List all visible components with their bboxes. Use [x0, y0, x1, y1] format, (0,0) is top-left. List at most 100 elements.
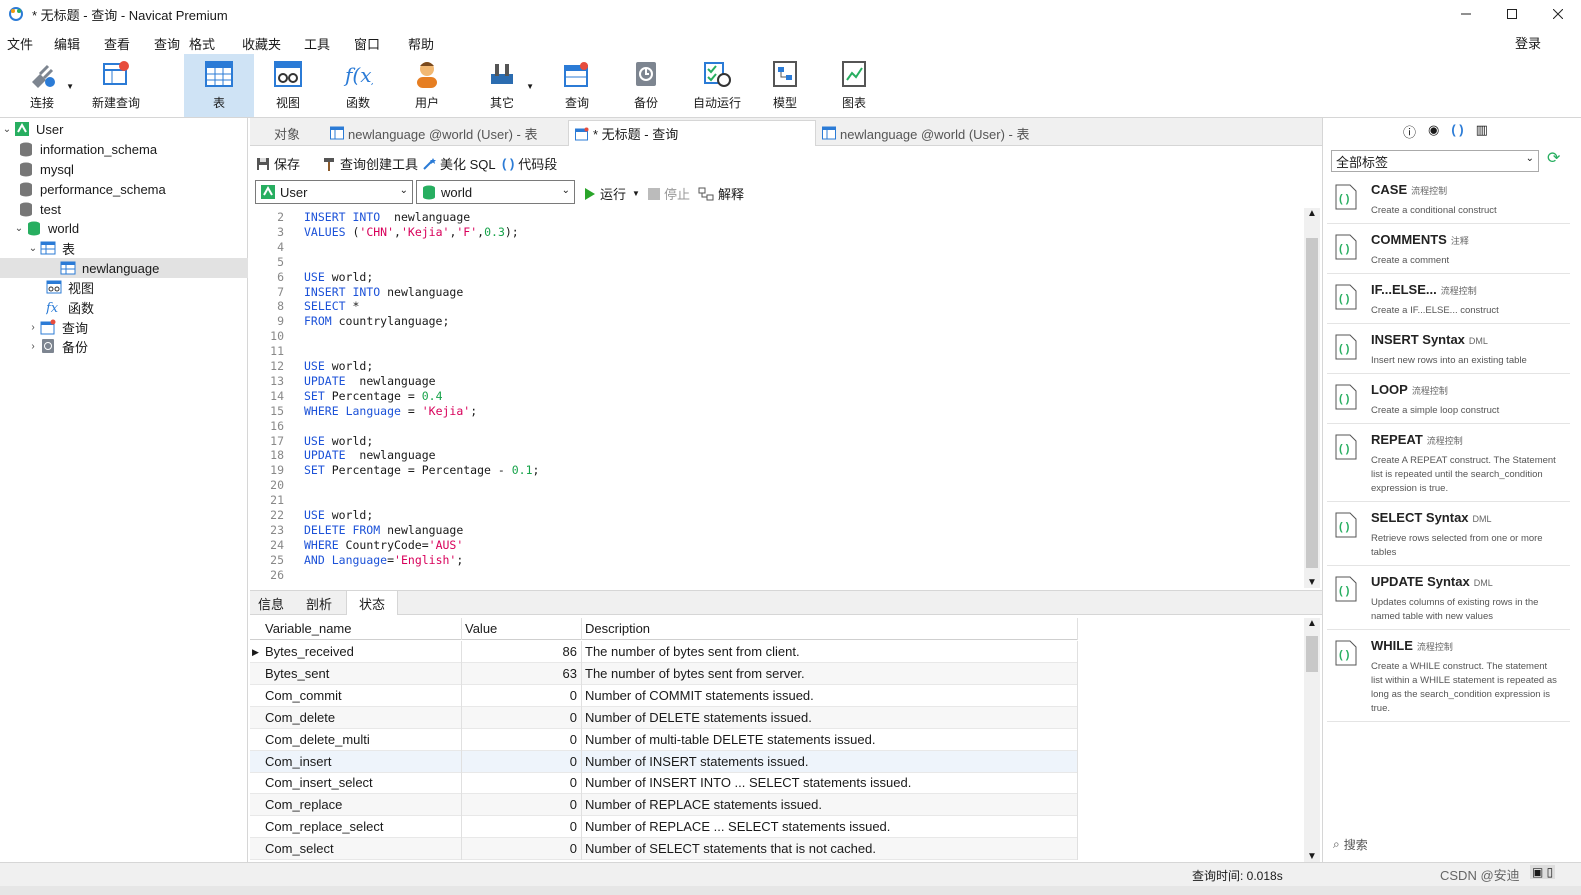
- cell-value[interactable]: 0: [462, 684, 582, 707]
- snippet-item[interactable]: ( ) REPEAT 流程控制 Create A REPEAT construct. …: [1327, 424, 1570, 502]
- stop-button[interactable]: 停止: [648, 184, 690, 203]
- table-row[interactable]: ▶ Bytes_received 86 The number of bytes sen…: [250, 641, 1078, 663]
- cell-value[interactable]: 0: [462, 728, 582, 751]
- table-row[interactable]: Com_insert 0 Number of INSERT statements i…: [250, 750, 1078, 773]
- cell-variable-name[interactable]: Com_delete_multi: [262, 728, 462, 751]
- query-builder-button[interactable]: 查询创建工具: [322, 154, 418, 173]
- tree-db-world[interactable]: ⌄ world: [0, 218, 248, 238]
- table-button[interactable]: 表: [184, 54, 254, 117]
- tree-group-functions[interactable]: fx 函数: [0, 297, 248, 317]
- tree-group-tables[interactable]: ⌄ 表: [0, 238, 248, 258]
- eye-icon[interactable]: ◉: [1428, 122, 1439, 141]
- cell-description[interactable]: Number of REPLACE ... SELECT statements …: [582, 816, 1078, 839]
- cell-value[interactable]: 0: [462, 794, 582, 817]
- menu-format[interactable]: 格式: [189, 34, 215, 53]
- tab-table-newlanguage-1[interactable]: newlanguage @world (User) - 表: [324, 120, 568, 146]
- expand-arrow-icon[interactable]: ›: [26, 322, 40, 333]
- view-button[interactable]: 视图: [254, 54, 322, 117]
- menu-help[interactable]: 帮助: [408, 34, 434, 53]
- cell-description[interactable]: Number of COMMIT statements issued.: [582, 684, 1078, 707]
- menu-file[interactable]: 文件: [7, 34, 33, 53]
- cell-variable-name[interactable]: Bytes_received: [262, 641, 462, 663]
- model-button[interactable]: 模型: [751, 54, 819, 117]
- menu-favorites[interactable]: 收藏夹: [242, 34, 281, 53]
- menu-edit[interactable]: 编辑: [54, 34, 80, 53]
- explain-button[interactable]: 解释: [698, 184, 744, 203]
- database-select[interactable]: world ⌄: [416, 180, 575, 204]
- others-button[interactable]: 其它 ▼: [468, 54, 536, 117]
- cell-description[interactable]: Number of multi-table DELETE statements …: [582, 728, 1078, 751]
- table-row[interactable]: Com_commit 0 Number of COMMIT statements i…: [250, 684, 1078, 707]
- cell-value[interactable]: 0: [462, 772, 582, 795]
- add-snippet-icon[interactable]: ⟳: [1547, 148, 1560, 168]
- tree-group-views[interactable]: 视图: [0, 277, 248, 297]
- table-row[interactable]: Com_insert_select 0 Number of INSERT INTO …: [250, 772, 1078, 795]
- tab-status[interactable]: 状态: [346, 591, 398, 615]
- cell-value[interactable]: 0: [462, 706, 582, 729]
- scroll-down-icon[interactable]: ▼: [1307, 851, 1317, 862]
- snippet-item[interactable]: ( ) INSERT Syntax DML Insert new rows into …: [1327, 324, 1570, 374]
- table-row[interactable]: Bytes_sent 63 The number of bytes sent fro…: [250, 662, 1078, 685]
- cell-description[interactable]: Number of INSERT INTO ... SELECT stateme…: [582, 772, 1078, 795]
- close-button[interactable]: [1535, 0, 1581, 28]
- table-row[interactable]: Com_replace_select 0 Number of REPLACE ...…: [250, 816, 1078, 839]
- menu-view[interactable]: 查看: [104, 34, 130, 53]
- tree-table-newlanguage[interactable]: newlanguage: [0, 258, 248, 278]
- tree-db-mysql[interactable]: mysql: [0, 159, 248, 179]
- column-header-value[interactable]: Value: [462, 618, 582, 640]
- auto-run-button[interactable]: 自动运行: [682, 54, 752, 117]
- connect-dropdown-icon[interactable]: ▼: [66, 82, 74, 91]
- cell-description[interactable]: Number of INSERT statements issued.: [582, 750, 1078, 773]
- maximize-button[interactable]: [1489, 0, 1535, 28]
- snippet-item[interactable]: ( ) IF...ELSE... 流程控制 Create a IF...ELSE...…: [1327, 274, 1570, 324]
- query-button[interactable]: 查询: [543, 54, 611, 117]
- snippet-tag-filter[interactable]: 全部标签 ⌄: [1331, 150, 1539, 172]
- cell-variable-name[interactable]: Com_insert: [262, 750, 462, 773]
- tab-untitled-query[interactable]: * 无标题 - 查询: [568, 120, 816, 146]
- table-row[interactable]: Com_select 0 Number of SELECT statements t…: [250, 838, 1078, 861]
- sql-editor[interactable]: 2 INSERT INTO newlanguage 3 VALUES ('CHN','…: [250, 208, 1304, 588]
- info-icon[interactable]: ⓘ: [1403, 122, 1416, 141]
- cell-variable-name[interactable]: Com_replace_select: [262, 816, 462, 839]
- save-button[interactable]: 保存: [256, 154, 300, 173]
- cell-variable-name[interactable]: Bytes_sent: [262, 662, 462, 685]
- tree-db-test[interactable]: test: [0, 199, 248, 219]
- code-snippet-button[interactable]: ( ) 代码段: [502, 154, 557, 173]
- others-dropdown-icon[interactable]: ▼: [526, 82, 534, 91]
- snippet-item[interactable]: ( ) LOOP 流程控制 Create a simple loop construc…: [1327, 374, 1570, 424]
- cell-description[interactable]: The number of bytes sent from client.: [582, 641, 1078, 663]
- menu-tools[interactable]: 工具: [304, 34, 330, 53]
- tab-info[interactable]: 信息: [250, 591, 292, 615]
- snippet-item[interactable]: ( ) SELECT Syntax DML Retrieve rows selecte…: [1327, 502, 1570, 566]
- table-row[interactable]: Com_delete 0 Number of DELETE statements i…: [250, 706, 1078, 729]
- snippet-item[interactable]: ( ) UPDATE Syntax DML Updates columns of ex…: [1327, 566, 1570, 630]
- tab-objects[interactable]: 对象: [268, 120, 324, 146]
- cell-description[interactable]: The number of bytes sent from server.: [582, 662, 1078, 685]
- cell-value[interactable]: 86: [462, 641, 582, 663]
- tree-db-information-schema[interactable]: information_schema: [0, 139, 248, 159]
- cell-variable-name[interactable]: Com_insert_select: [262, 772, 462, 795]
- cell-description[interactable]: Number of DELETE statements issued.: [582, 706, 1078, 729]
- user-button[interactable]: 用户: [393, 54, 461, 117]
- function-button[interactable]: f(x) 函数: [324, 54, 392, 117]
- tree-group-queries[interactable]: › 查询: [0, 317, 248, 337]
- tree-group-backups[interactable]: › 备份: [0, 336, 248, 356]
- cell-value[interactable]: 0: [462, 838, 582, 861]
- connection-select[interactable]: User ⌄: [255, 180, 413, 204]
- cell-description[interactable]: Number of REPLACE statements issued.: [582, 794, 1078, 817]
- beautify-sql-button[interactable]: 美化 SQL: [422, 154, 496, 173]
- column-header-description[interactable]: Description: [582, 618, 1078, 640]
- cell-value[interactable]: 0: [462, 816, 582, 839]
- snippet-item[interactable]: ( ) COMMENTS 注释 Create a comment: [1327, 224, 1570, 274]
- collapse-arrow-icon[interactable]: ⌄: [12, 223, 26, 234]
- tab-table-newlanguage-2[interactable]: newlanguage @world (User) - 表: [816, 120, 1064, 146]
- cell-description[interactable]: Number of SELECT statements that is not …: [582, 838, 1078, 861]
- run-dropdown-icon[interactable]: ▼: [632, 189, 640, 198]
- login-link[interactable]: 登录: [1515, 33, 1541, 52]
- scroll-up-icon[interactable]: ▲: [1307, 208, 1317, 219]
- connect-button[interactable]: 连接 ▼: [8, 54, 76, 117]
- grid-scrollbar[interactable]: ▲ ▼: [1304, 618, 1320, 862]
- cell-value[interactable]: 0: [462, 750, 582, 773]
- chart-button[interactable]: 图表: [820, 54, 888, 117]
- snippet-search[interactable]: ⌕ 搜索: [1333, 836, 1368, 853]
